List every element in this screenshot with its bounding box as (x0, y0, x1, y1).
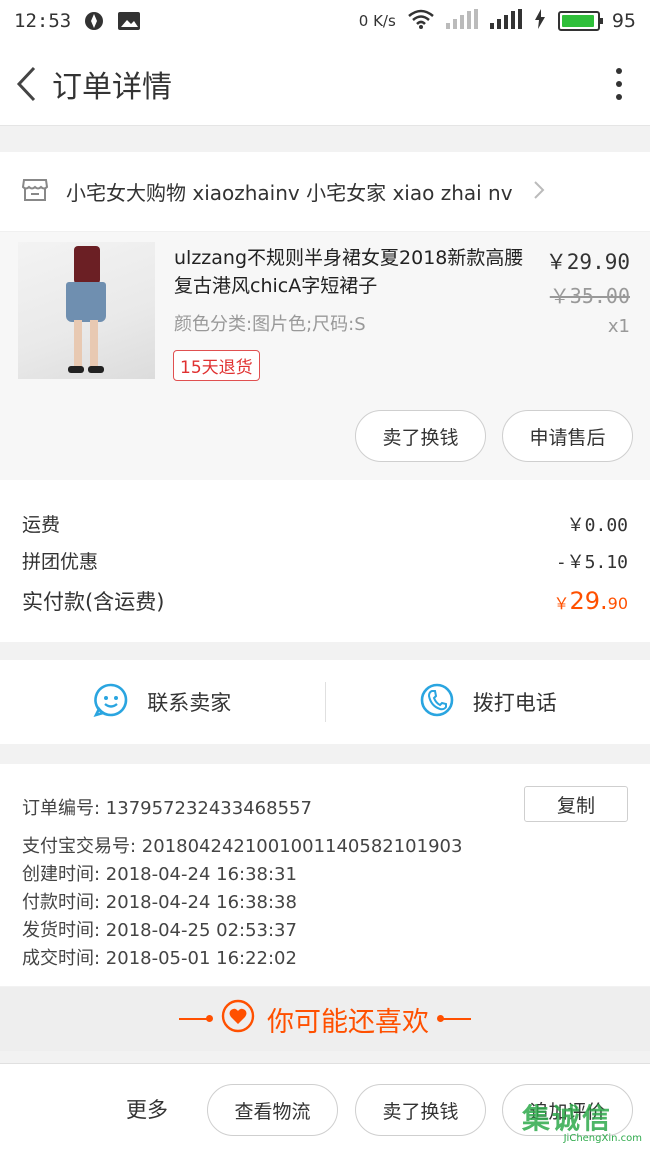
battery-percent: 95 (611, 10, 636, 32)
total-label: 实付款(含运费) (22, 590, 165, 614)
recommend-label: 你可能还喜欢 (267, 1006, 429, 1038)
shop-row[interactable]: 小宅女大购物 xiaozhainv 小宅女家 xiao zhai nv (0, 152, 650, 232)
copy-button[interactable]: 复制 (524, 786, 628, 822)
status-time: 12:53 (14, 10, 72, 32)
contact-bar: 联系卖家 拨打电话 (0, 660, 650, 744)
view-logistics-button[interactable]: 查看物流 (207, 1084, 338, 1136)
product-item[interactable]: ulzzang不规则半身裙女夏2018新款高腰复古港风chicA字短裙子 颜色分… (0, 232, 650, 480)
group-discount-label: 拼团优惠 (22, 551, 99, 573)
app-notification-icon (83, 10, 105, 32)
total-value: ￥29.90 (553, 587, 628, 615)
product-thumbnail[interactable] (18, 242, 155, 379)
total-row: 实付款(含运费) ￥29.90 (22, 586, 628, 616)
completed-time: 成交时间: 2018-05-01 16:22:02 (22, 948, 297, 969)
signal-icon-2 (489, 8, 522, 34)
chat-icon (93, 682, 129, 723)
after-sale-button[interactable]: 申请售后 (502, 410, 633, 462)
phone-icon (419, 682, 455, 723)
group-discount-value: -￥5.10 (555, 551, 628, 573)
more-button[interactable]: 更多 (126, 1094, 168, 1124)
more-dot-icon (616, 93, 622, 100)
product-spec: 颜色分类:图片色;尺码:S (174, 314, 366, 335)
chevron-left-icon (16, 66, 36, 101)
battery-icon (557, 11, 603, 31)
dash-right (437, 1015, 471, 1022)
page-title: 订单详情 (52, 69, 172, 105)
order-info: 订单编号: 1379572324334685​57 复制 支付宝交易号: 201… (0, 764, 650, 986)
product-original-price: ￥35.00 (549, 284, 630, 308)
call-button[interactable]: 拨打电话 (326, 660, 650, 744)
heart-icon (221, 999, 255, 1040)
status-bar: 12:53 0 K/s 95 (0, 0, 650, 42)
product-price: ￥29.90 (545, 250, 630, 274)
product-quantity: x1 (607, 316, 630, 337)
net-speed: 0 K/s (358, 12, 396, 30)
paid-time: 付款时间: 2018-04-24 16:38:38 (22, 892, 297, 913)
recommend-header: 你可能还喜欢 (0, 987, 650, 1051)
more-dot-icon (616, 80, 622, 87)
chevron-right-icon (533, 180, 545, 204)
fee-summary: 运费 ￥0.00 拼团优惠 -￥5.10 实付款(含运费) ￥29.90 (0, 480, 650, 642)
watermark-logo: 集诚信 JiChengXin.com (522, 1097, 642, 1151)
call-label: 拨打电话 (472, 691, 557, 715)
shipped-time: 发货时间: 2018-04-25 02:53:37 (22, 920, 297, 941)
charging-icon (534, 8, 546, 34)
shipping-row: 运费 ￥0.00 (22, 510, 628, 537)
watermark-text: 集诚信 (522, 1102, 613, 1135)
wifi-icon (408, 9, 434, 34)
created-time: 创建时间: 2018-04-24 16:38:31 (22, 864, 297, 885)
image-notification-icon (117, 11, 141, 31)
store-icon (21, 178, 49, 206)
more-menu-button[interactable] (616, 67, 622, 100)
shop-name: 小宅女大购物 xiaozhainv 小宅女家 xiao zhai nv (66, 181, 513, 205)
contact-seller-button[interactable]: 联系卖家 (0, 660, 325, 744)
signal-icon-1 (445, 8, 478, 34)
sell-button[interactable]: 卖了换钱 (355, 410, 486, 462)
shipping-value: ￥0.00 (566, 514, 628, 536)
shipping-label: 运费 (22, 514, 61, 536)
contact-seller-label: 联系卖家 (147, 691, 232, 715)
more-dot-icon (616, 67, 622, 74)
sell-again-button[interactable]: 卖了换钱 (355, 1084, 486, 1136)
return-policy-badge: 15天退货 (173, 350, 260, 381)
group-discount-row: 拼团优惠 -￥5.10 (22, 547, 628, 574)
product-title[interactable]: ulzzang不规则半身裙女夏2018新款高腰复古港风chicA字短裙子 (174, 244, 524, 300)
alipay-trade-number: 支付宝交易号: 2018042421001001140582101903 (22, 836, 463, 857)
dash-left (179, 1015, 213, 1022)
nav-header: 订单详情 (0, 42, 650, 126)
order-number: 订单编号: 1379572324334685​57 (22, 798, 312, 819)
back-button[interactable] (6, 64, 46, 104)
